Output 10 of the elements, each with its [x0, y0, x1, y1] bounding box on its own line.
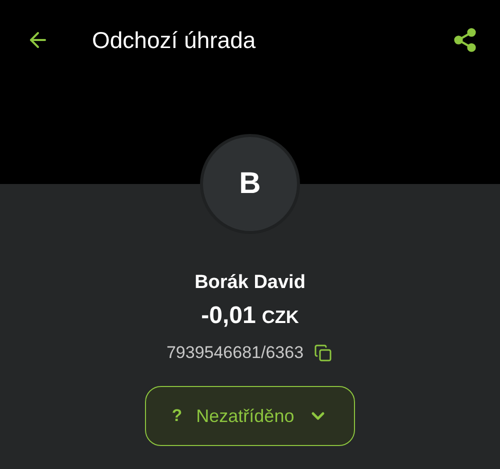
counterparty-name: Borák David — [194, 272, 306, 294]
page-title: Odchozí úhrada — [92, 26, 257, 54]
currency-label: CZK — [262, 307, 299, 328]
copy-icon — [314, 344, 332, 362]
share-icon — [452, 27, 478, 53]
category-dropdown[interactable]: ? Nezatříděno — [145, 386, 355, 446]
question-mark-icon: ? — [172, 406, 182, 426]
amount-value: -0,01 — [201, 302, 256, 330]
account-number: 7939546681/6363 — [166, 343, 304, 363]
category-label: Nezatříděno — [196, 406, 294, 426]
